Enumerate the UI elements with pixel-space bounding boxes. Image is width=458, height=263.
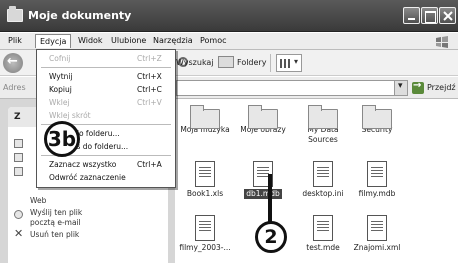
callout-step-2: 2 bbox=[255, 221, 287, 253]
access-file-icon bbox=[195, 215, 215, 241]
music-folder-icon bbox=[190, 105, 220, 129]
back-button[interactable] bbox=[3, 53, 23, 73]
minimize-button[interactable] bbox=[403, 7, 420, 24]
callout-step-3b: 3b bbox=[44, 121, 80, 157]
data-sources-folder-icon bbox=[308, 105, 338, 129]
title-bar: Moje dokumenty bbox=[0, 0, 458, 32]
task-email-file[interactable]: Wyślij ten plik pocztą e-mail bbox=[30, 208, 108, 228]
email-icon bbox=[14, 210, 23, 219]
file-item-filmy-2003[interactable]: filmy_2003-... bbox=[175, 215, 235, 253]
menu-widok[interactable]: Widok bbox=[74, 34, 107, 48]
task-publish-web[interactable]: Web bbox=[30, 196, 46, 206]
excel-file-icon bbox=[195, 161, 215, 187]
delete-icon: ✕ bbox=[14, 227, 24, 240]
file-item-filmy-mdb[interactable]: filmy.mdb bbox=[347, 161, 407, 199]
address-field[interactable] bbox=[176, 80, 408, 96]
task-icon bbox=[14, 167, 23, 176]
file-item-moje-obrazy[interactable]: Moje obrazy bbox=[233, 103, 293, 135]
menu-wytnij[interactable]: Wytnij bbox=[49, 72, 73, 81]
file-name: Book1.xls bbox=[186, 189, 224, 198]
access-file-icon bbox=[367, 161, 387, 187]
go-icon[interactable] bbox=[412, 80, 424, 94]
file-tasks-title: Z bbox=[14, 112, 21, 122]
folder-icon bbox=[7, 6, 23, 22]
callout-pointer bbox=[268, 174, 272, 222]
file-item-db1[interactable]: db1.mdb bbox=[233, 161, 293, 199]
views-button[interactable] bbox=[276, 54, 302, 72]
task-icon bbox=[14, 153, 23, 162]
search-button[interactable]: Wyszukaj bbox=[176, 58, 214, 67]
file-name: filmy_2003-... bbox=[179, 243, 231, 252]
file-item-security[interactable]: Security bbox=[347, 103, 407, 135]
menu-bar: Plik Edycja Widok Ulubione Narzędzia Pom… bbox=[0, 33, 458, 50]
folders-button[interactable]: Foldery bbox=[237, 58, 266, 67]
xml-file-icon bbox=[367, 215, 387, 241]
menu-plik[interactable]: Plik bbox=[4, 34, 26, 48]
file-list: Moja muzyka Moje obrazy My Data Sources … bbox=[175, 99, 458, 263]
task-icon bbox=[14, 139, 23, 148]
file-name: Znajomi.xml bbox=[353, 243, 401, 252]
close-button[interactable] bbox=[439, 7, 456, 24]
menu-ulubione[interactable]: Ulubione bbox=[107, 34, 150, 48]
shortcut-wklej: Ctrl+V bbox=[137, 98, 162, 107]
address-label: Adres bbox=[3, 83, 26, 92]
file-item-my-data-sources[interactable]: My Data Sources bbox=[293, 103, 353, 145]
menu-separator bbox=[41, 67, 171, 68]
file-name: desktop.ini bbox=[302, 189, 344, 198]
menu-odwroc-zaznaczenie[interactable]: Odwróć zaznaczenie bbox=[49, 173, 126, 182]
menu-narzedzia[interactable]: Narzędzia bbox=[149, 34, 197, 48]
edit-menu: Cofnij Ctrl+Z Wytnij Ctrl+X Kopiuj Ctrl+… bbox=[36, 49, 176, 188]
menu-wklej-skrot[interactable]: Wklej skrót bbox=[49, 111, 91, 120]
toolbar-separator bbox=[270, 54, 271, 72]
shortcut-wytnij: Ctrl+X bbox=[137, 72, 162, 81]
window-title: Moje dokumenty bbox=[28, 9, 132, 22]
menu-zaznacz-wszystko[interactable]: Zaznacz wszystko bbox=[49, 160, 116, 169]
file-item-test-mde[interactable]: test.mde bbox=[293, 215, 353, 253]
file-item-znajomi-xml[interactable]: Znajomi.xml bbox=[347, 215, 407, 253]
folder-icon bbox=[362, 105, 392, 129]
menu-pomoc[interactable]: Pomoc bbox=[196, 34, 231, 48]
file-item-book1[interactable]: Book1.xls bbox=[175, 161, 235, 199]
views-icon bbox=[280, 59, 292, 68]
maximize-button[interactable] bbox=[421, 7, 438, 24]
windows-logo-icon bbox=[436, 36, 448, 48]
file-name: test.mde bbox=[306, 243, 340, 252]
file-name: filmy.mdb bbox=[358, 189, 396, 198]
ini-file-icon bbox=[313, 161, 333, 187]
mde-file-icon bbox=[313, 215, 333, 241]
menu-kopiuj[interactable]: Kopiuj bbox=[49, 85, 72, 94]
address-dropdown-button[interactable] bbox=[394, 81, 407, 95]
shortcut-cofnij: Ctrl+Z bbox=[137, 54, 162, 63]
file-item-moja-muzyka[interactable]: Moja muzyka bbox=[175, 103, 235, 135]
file-name-selected: db1.mdb bbox=[244, 189, 282, 199]
task-delete-file[interactable]: Usuń ten plik bbox=[30, 230, 79, 240]
go-button[interactable]: Przejdź bbox=[427, 83, 456, 92]
menu-edycja[interactable]: Edycja bbox=[35, 34, 72, 48]
shortcut-kopiuj: Ctrl+C bbox=[137, 85, 162, 94]
close-icon bbox=[443, 11, 453, 21]
menu-wklej[interactable]: Wklej bbox=[49, 98, 70, 107]
file-item-desktop-ini[interactable]: desktop.ini bbox=[293, 161, 353, 199]
shortcut-zaznacz-wszystko: Ctrl+A bbox=[137, 160, 162, 169]
folders-icon[interactable] bbox=[218, 56, 234, 68]
pictures-folder-icon bbox=[248, 105, 278, 129]
menu-cofnij[interactable]: Cofnij bbox=[49, 54, 70, 63]
